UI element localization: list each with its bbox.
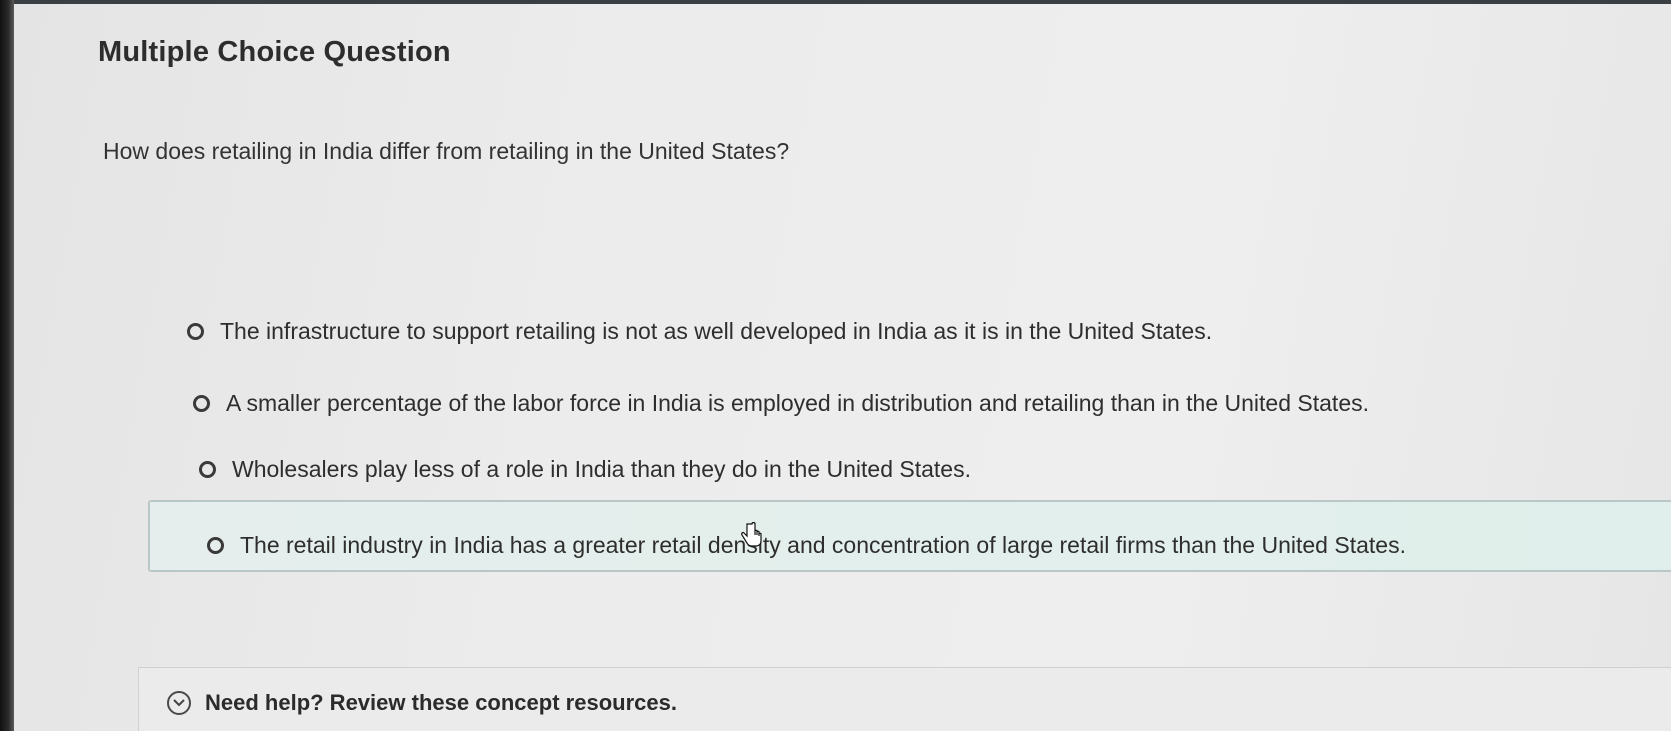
radio-button-icon[interactable] xyxy=(199,461,216,478)
help-resources-label: Need help? Review these concept resource… xyxy=(205,690,677,715)
answer-option-label: A smaller percentage of the labor force … xyxy=(226,390,1370,416)
answer-option-label: The retail industry in India has a great… xyxy=(240,532,1406,558)
help-resources-toggle[interactable]: Need help? Review these concept resource… xyxy=(167,690,677,716)
answer-option-4[interactable]: The retail industry in India has a great… xyxy=(207,532,1406,559)
answer-option-1[interactable]: The infrastructure to support retailing … xyxy=(187,318,1212,345)
answer-option-label: The infrastructure to support retailing … xyxy=(220,318,1213,344)
question-prompt: How does retailing in India differ from … xyxy=(103,138,790,164)
screen: Multiple Choice Question How does retail… xyxy=(0,0,1671,731)
answer-option-3[interactable]: Wholesalers play less of a role in India… xyxy=(199,456,971,483)
hand-cursor-icon xyxy=(741,522,762,547)
chevron-down-icon[interactable] xyxy=(167,691,191,715)
radio-button-icon[interactable] xyxy=(207,537,224,554)
radio-button-icon[interactable] xyxy=(187,323,204,340)
monitor-bezel xyxy=(0,0,14,731)
question-type-heading: Multiple Choice Question xyxy=(98,36,451,68)
answer-option-2[interactable]: A smaller percentage of the labor force … xyxy=(193,390,1369,417)
answer-option-label: Wholesalers play less of a role in India… xyxy=(232,456,971,482)
top-bar xyxy=(14,0,1671,4)
radio-button-icon[interactable] xyxy=(193,395,210,412)
